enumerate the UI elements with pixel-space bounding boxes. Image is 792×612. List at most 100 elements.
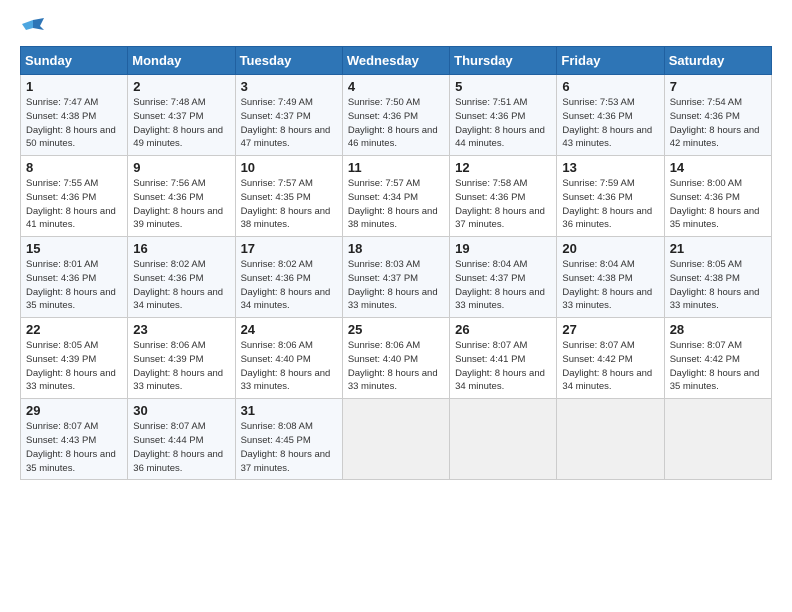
day-number: 10 [241,160,338,175]
cell-details: Sunrise: 8:07 AMSunset: 4:42 PMDaylight:… [562,339,659,394]
calendar-cell: 23Sunrise: 8:06 AMSunset: 4:39 PMDayligh… [128,318,235,399]
cell-details: Sunrise: 8:03 AMSunset: 4:37 PMDaylight:… [348,258,445,313]
day-number: 7 [670,79,767,94]
cell-details: Sunrise: 8:07 AMSunset: 4:41 PMDaylight:… [455,339,552,394]
cell-details: Sunrise: 7:50 AMSunset: 4:36 PMDaylight:… [348,96,445,151]
day-number: 9 [133,160,230,175]
page-header [20,16,772,34]
calendar-cell: 16 Sunrise: 8:02 AMSunset: 4:36 PMDayligh… [128,237,235,318]
day-number: 15 [26,241,123,256]
calendar-week-row: 22 Sunrise: 8:05 AMSunset: 4:39 PMDayligh… [21,318,772,399]
day-number: 14 [670,160,767,175]
day-number: 3 [241,79,338,94]
cell-details: Sunrise: 8:05 AMSunset: 4:38 PMDaylight:… [670,258,767,313]
cell-details: Sunrise: 8:05 AMSunset: 4:39 PMDaylight:… [26,339,123,394]
day-number: 16 [133,241,230,256]
cell-details: Sunrise: 8:06 AMSunset: 4:40 PMDaylight:… [348,339,445,394]
day-number: 31 [241,403,338,418]
cell-details: Sunrise: 7:53 AMSunset: 4:36 PMDaylight:… [562,96,659,151]
calendar-week-row: 1 Sunrise: 7:47 AMSunset: 4:38 PMDaylight… [21,75,772,156]
cell-details: Sunrise: 7:54 AMSunset: 4:36 PMDaylight:… [670,96,767,151]
calendar-cell: 11 Sunrise: 7:57 AMSunset: 4:34 PMDayligh… [342,156,449,237]
day-number: 1 [26,79,123,94]
calendar-cell: 12 Sunrise: 7:58 AMSunset: 4:36 PMDayligh… [450,156,557,237]
day-number: 25 [348,322,445,337]
cell-details: Sunrise: 8:04 AMSunset: 4:37 PMDaylight:… [455,258,552,313]
day-number: 8 [26,160,123,175]
calendar-cell: 19 Sunrise: 8:04 AMSunset: 4:37 PMDayligh… [450,237,557,318]
calendar-week-row: 8 Sunrise: 7:55 AMSunset: 4:36 PMDaylight… [21,156,772,237]
day-number: 21 [670,241,767,256]
calendar-cell: 24 Sunrise: 8:06 AMSunset: 4:40 PMDayligh… [235,318,342,399]
cell-details: Sunrise: 8:07 AMSunset: 4:43 PMDaylight:… [26,420,123,475]
day-number: 2 [133,79,230,94]
day-number: 24 [241,322,338,337]
calendar-cell: 22 Sunrise: 8:05 AMSunset: 4:39 PMDayligh… [21,318,128,399]
calendar-cell: 25 Sunrise: 8:06 AMSunset: 4:40 PMDayligh… [342,318,449,399]
calendar-cell: 4 Sunrise: 7:50 AMSunset: 4:36 PMDaylight… [342,75,449,156]
day-number: 26 [455,322,552,337]
cell-details: Sunrise: 8:00 AMSunset: 4:36 PMDaylight:… [670,177,767,232]
calendar-cell: 6 Sunrise: 7:53 AMSunset: 4:36 PMDaylight… [557,75,664,156]
calendar-cell: 15 Sunrise: 8:01 AMSunset: 4:36 PMDayligh… [21,237,128,318]
logo-bird-icon [22,16,44,38]
cell-details: Sunrise: 8:02 AMSunset: 4:36 PMDaylight:… [133,258,230,313]
day-number: 22 [26,322,123,337]
day-number: 30 [133,403,230,418]
weekday-header: Monday [128,47,235,75]
day-number: 20 [562,241,659,256]
calendar-week-row: 15 Sunrise: 8:01 AMSunset: 4:36 PMDayligh… [21,237,772,318]
cell-details: Sunrise: 8:06 AMSunset: 4:40 PMDaylight:… [241,339,338,394]
weekday-header: Tuesday [235,47,342,75]
cell-details: Sunrise: 7:48 AMSunset: 4:37 PMDaylight:… [133,96,230,151]
calendar-cell: 2 Sunrise: 7:48 AMSunset: 4:37 PMDaylight… [128,75,235,156]
page-container: SundayMondayTuesdayWednesdayThursdayFrid… [0,0,792,490]
calendar-cell: 10Sunrise: 7:57 AMSunset: 4:35 PMDayligh… [235,156,342,237]
calendar-cell: 20 Sunrise: 8:04 AMSunset: 4:38 PMDayligh… [557,237,664,318]
day-number: 18 [348,241,445,256]
calendar-cell [450,399,557,480]
calendar-cell [342,399,449,480]
calendar-cell: 27Sunrise: 8:07 AMSunset: 4:42 PMDayligh… [557,318,664,399]
calendar-table: SundayMondayTuesdayWednesdayThursdayFrid… [20,46,772,480]
day-number: 19 [455,241,552,256]
weekday-header: Saturday [664,47,771,75]
cell-details: Sunrise: 8:07 AMSunset: 4:44 PMDaylight:… [133,420,230,475]
calendar-cell: 5 Sunrise: 7:51 AMSunset: 4:36 PMDaylight… [450,75,557,156]
calendar-cell: 30 Sunrise: 8:07 AMSunset: 4:44 PMDayligh… [128,399,235,480]
weekday-header: Thursday [450,47,557,75]
day-number: 12 [455,160,552,175]
calendar-cell: 29 Sunrise: 8:07 AMSunset: 4:43 PMDayligh… [21,399,128,480]
calendar-cell: 28Sunrise: 8:07 AMSunset: 4:42 PMDayligh… [664,318,771,399]
cell-details: Sunrise: 7:47 AMSunset: 4:38 PMDaylight:… [26,96,123,151]
weekday-header: Wednesday [342,47,449,75]
cell-details: Sunrise: 8:01 AMSunset: 4:36 PMDaylight:… [26,258,123,313]
cell-details: Sunrise: 8:06 AMSunset: 4:39 PMDaylight:… [133,339,230,394]
day-number: 13 [562,160,659,175]
day-number: 28 [670,322,767,337]
day-number: 29 [26,403,123,418]
day-number: 6 [562,79,659,94]
calendar-cell: 21 Sunrise: 8:05 AMSunset: 4:38 PMDayligh… [664,237,771,318]
cell-details: Sunrise: 8:02 AMSunset: 4:36 PMDaylight:… [241,258,338,313]
calendar-cell [664,399,771,480]
calendar-header-row: SundayMondayTuesdayWednesdayThursdayFrid… [21,47,772,75]
calendar-cell: 1 Sunrise: 7:47 AMSunset: 4:38 PMDaylight… [21,75,128,156]
cell-details: Sunrise: 7:57 AMSunset: 4:34 PMDaylight:… [348,177,445,232]
calendar-cell: 31 Sunrise: 8:08 AMSunset: 4:45 PMDayligh… [235,399,342,480]
day-number: 5 [455,79,552,94]
calendar-cell: 18 Sunrise: 8:03 AMSunset: 4:37 PMDayligh… [342,237,449,318]
calendar-cell: 9Sunrise: 7:56 AMSunset: 4:36 PMDaylight… [128,156,235,237]
weekday-header: Sunday [21,47,128,75]
cell-details: Sunrise: 7:55 AMSunset: 4:36 PMDaylight:… [26,177,123,232]
cell-details: Sunrise: 7:58 AMSunset: 4:36 PMDaylight:… [455,177,552,232]
calendar-cell: 26 Sunrise: 8:07 AMSunset: 4:41 PMDayligh… [450,318,557,399]
day-number: 4 [348,79,445,94]
cell-details: Sunrise: 8:04 AMSunset: 4:38 PMDaylight:… [562,258,659,313]
calendar-cell: 3Sunrise: 7:49 AMSunset: 4:37 PMDaylight… [235,75,342,156]
day-number: 11 [348,160,445,175]
cell-details: Sunrise: 7:51 AMSunset: 4:36 PMDaylight:… [455,96,552,151]
calendar-week-row: 29 Sunrise: 8:07 AMSunset: 4:43 PMDayligh… [21,399,772,480]
cell-details: Sunrise: 7:59 AMSunset: 4:36 PMDaylight:… [562,177,659,232]
cell-details: Sunrise: 8:08 AMSunset: 4:45 PMDaylight:… [241,420,338,475]
